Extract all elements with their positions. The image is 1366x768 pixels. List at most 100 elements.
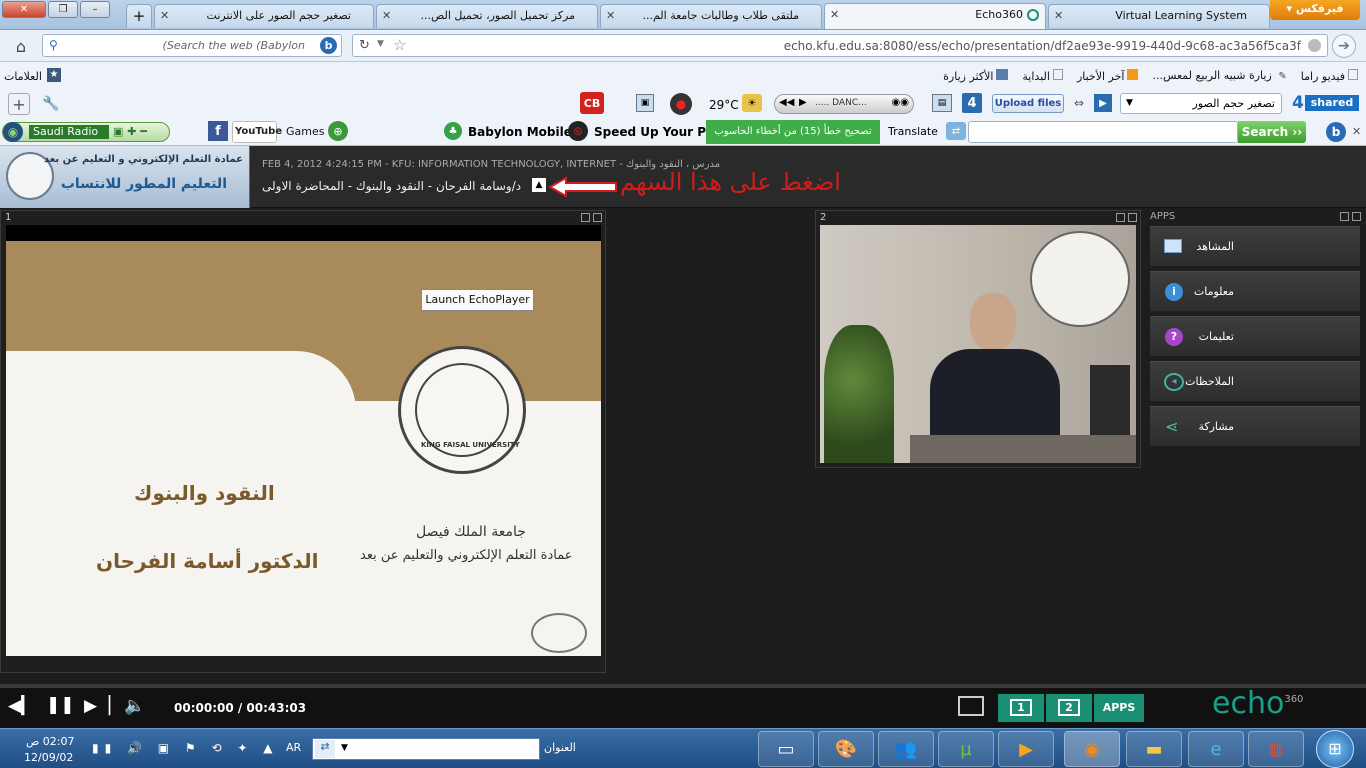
folder-icon[interactable]: ▬ (1126, 731, 1182, 767)
tray-icons[interactable]: ▮▮ 🔊 ▣ ⚑ ⟲ ✦ ▲ (92, 741, 278, 755)
translate-link[interactable]: Translate (888, 125, 938, 138)
wrench-icon[interactable]: 🔧 (40, 93, 62, 115)
record-icon[interactable]: ● (670, 93, 692, 115)
view-1-button[interactable]: 1 (998, 694, 1044, 722)
view-2-button[interactable]: 2 (1046, 694, 1092, 722)
language-indicator[interactable]: AR (286, 741, 301, 754)
speed-up-link[interactable]: Speed Up Your PC (594, 125, 715, 139)
close-window-button[interactable]: ✕ (2, 1, 46, 18)
skip-forward-icon[interactable]: ▶▕ (84, 696, 110, 716)
chevron-down-icon: ▼ (1126, 98, 1133, 108)
monitor-shape (1090, 365, 1130, 435)
close-icon[interactable] (1352, 212, 1361, 221)
pause-icon[interactable]: ❚❚ (46, 695, 75, 715)
babylon-search-input[interactable] (968, 121, 1238, 143)
babylon-menu-icon[interactable]: b (1326, 122, 1346, 142)
launch-player-button[interactable]: Launch EchoPlayer (421, 289, 534, 311)
bookmark-most-visited[interactable]: الأكثر زيارة (943, 69, 1009, 83)
apps-button[interactable]: APPS (1094, 694, 1144, 722)
tab-virtual-learning[interactable]: ✕ Virtual Learning System (1048, 4, 1270, 28)
toolbar-close-icon[interactable]: ✕ (1352, 125, 1361, 138)
seek-bar[interactable] (0, 684, 1366, 688)
restore-window-button[interactable]: ❐ (48, 1, 78, 18)
clock-date[interactable]: 12/09/02 (24, 751, 73, 764)
minimize-window-button[interactable]: – (80, 1, 110, 18)
facebook-icon[interactable]: f (208, 121, 228, 141)
expand-arrow-icon[interactable]: ▲ (532, 178, 546, 192)
maximize-icon[interactable] (1116, 213, 1125, 222)
bookmark-video[interactable]: فيديو راما (1301, 69, 1358, 83)
firefox-menu-button[interactable]: فيرفكس ▾ (1270, 0, 1360, 20)
search-field[interactable]: ⚲ (Search the web (Babylon b (42, 34, 342, 57)
refresh-icon[interactable]: ⇄ (315, 740, 335, 758)
bookmark-latest-news[interactable]: آخر الأخبار (1077, 69, 1139, 83)
internet-explorer-icon[interactable]: e (1188, 731, 1244, 767)
close-icon[interactable] (593, 213, 602, 222)
screen-icon[interactable]: ▤ (932, 94, 952, 112)
four-icon[interactable]: 4 (962, 93, 982, 113)
forward-button[interactable]: ➔ (1332, 34, 1356, 58)
cb-icon[interactable]: CB (580, 92, 604, 114)
upload-files-button[interactable]: Upload files (992, 94, 1064, 113)
bookmark-star-icon[interactable]: ☆ (393, 36, 406, 54)
app-help[interactable]: تعليمات ? (1150, 316, 1360, 356)
games-link[interactable]: Games (286, 125, 324, 138)
search-button[interactable]: Search ›› (1238, 121, 1306, 143)
lecturer-video[interactable] (820, 225, 1136, 463)
address-toolbar[interactable]: ⇄ ▼ (312, 738, 540, 760)
media-player[interactable]: ◀◀ ▶ ..... DANC... ◉◉ (774, 94, 914, 114)
youtube-icon[interactable]: YouTube (232, 121, 282, 143)
bookmarks-label[interactable]: العلامات (4, 70, 42, 83)
babylon-mobile-link[interactable]: Babylon Mobile (468, 125, 572, 139)
paint-icon[interactable]: 🎨 (818, 731, 874, 767)
app-info[interactable]: معلومات i (1150, 271, 1360, 311)
media-controls-icon[interactable]: ◉◉ (892, 97, 909, 108)
media-icon[interactable]: ▶ (998, 731, 1054, 767)
skip-back-icon[interactable]: ◀▎ (8, 696, 34, 716)
next-icon[interactable]: ▶ (1094, 94, 1112, 112)
arrows-icon[interactable]: ⇔ (1070, 94, 1088, 112)
4shared-logo[interactable]: 4 shared (1292, 93, 1360, 113)
radio-controls-icon[interactable]: ▣ ✚ ━ (113, 125, 147, 138)
play-icon[interactable]: ▶ (799, 97, 807, 108)
tab-image-upload[interactable]: ✕ مركز تحميل الصور، تحميل الص... (376, 4, 598, 28)
firefox-icon[interactable]: ◉ (1064, 731, 1120, 767)
close-icon[interactable]: ✕ (606, 9, 615, 22)
fix-errors-button[interactable]: تصحيح خطأ (15) من أخطاء الحاسوب (706, 120, 880, 144)
window-icon[interactable]: ▣ (636, 94, 654, 112)
pip-icon[interactable] (958, 696, 984, 716)
tab-students-forum[interactable]: ✕ ملتقى طلاب وطالبات جامعة الم... (600, 4, 822, 28)
site-search-dropdown[interactable]: ▼ تصغير حجم الصور (1120, 93, 1282, 114)
messenger-icon[interactable]: 👥 (878, 731, 934, 767)
chevron-down-icon[interactable]: ▼ (341, 743, 348, 753)
temperature[interactable]: 29°C (709, 98, 739, 112)
add-icon[interactable]: + (8, 93, 30, 115)
tab-image-resize[interactable]: ✕ تصغير حجم الصور على الانترنت (154, 4, 374, 28)
close-icon[interactable]: ✕ (830, 8, 839, 21)
app-notes[interactable]: الملاحظات ◂ (1150, 361, 1360, 401)
tab-echo360[interactable]: ✕ Echo360 (824, 3, 1046, 29)
address-bar[interactable]: ↻ ▼ ☆ echo.kfu.edu.sa:8080/ess/echo/pres… (352, 34, 1328, 57)
maximize-icon[interactable] (1340, 212, 1349, 221)
bookmark-visit[interactable]: ✎ زيارة شبيه الربيع لمعس... (1152, 69, 1286, 83)
radio-widget[interactable]: ◉ Saudi Radio ▣ ✚ ━ (2, 122, 170, 142)
app-scenes[interactable]: المشاهد (1150, 226, 1360, 266)
bookmark-start[interactable]: البداية (1022, 69, 1063, 83)
chrome-icon[interactable]: ◍ (1248, 731, 1304, 767)
prev-track-icon[interactable]: ◀◀ (779, 97, 794, 108)
dropdown-arrow-icon[interactable]: ▼ (377, 39, 384, 49)
clock-time[interactable]: 02:07 ص (26, 735, 75, 748)
close-icon[interactable]: ✕ (160, 9, 169, 22)
image-viewer-icon[interactable]: ▭ (758, 731, 814, 767)
close-icon[interactable]: ✕ (1054, 9, 1063, 22)
close-icon[interactable] (1128, 213, 1137, 222)
utorrent-icon[interactable]: µ (938, 731, 994, 767)
new-tab-button[interactable]: + (126, 4, 152, 28)
reload-icon[interactable]: ↻ (359, 38, 370, 53)
close-icon[interactable]: ✕ (382, 9, 391, 22)
volume-icon[interactable]: 🔈 (124, 696, 145, 716)
start-button[interactable]: ⊞ (1316, 730, 1354, 768)
app-share[interactable]: مشاركة ⋖ (1150, 406, 1360, 446)
maximize-icon[interactable] (581, 213, 590, 222)
home-icon[interactable]: ⌂ (10, 35, 32, 57)
